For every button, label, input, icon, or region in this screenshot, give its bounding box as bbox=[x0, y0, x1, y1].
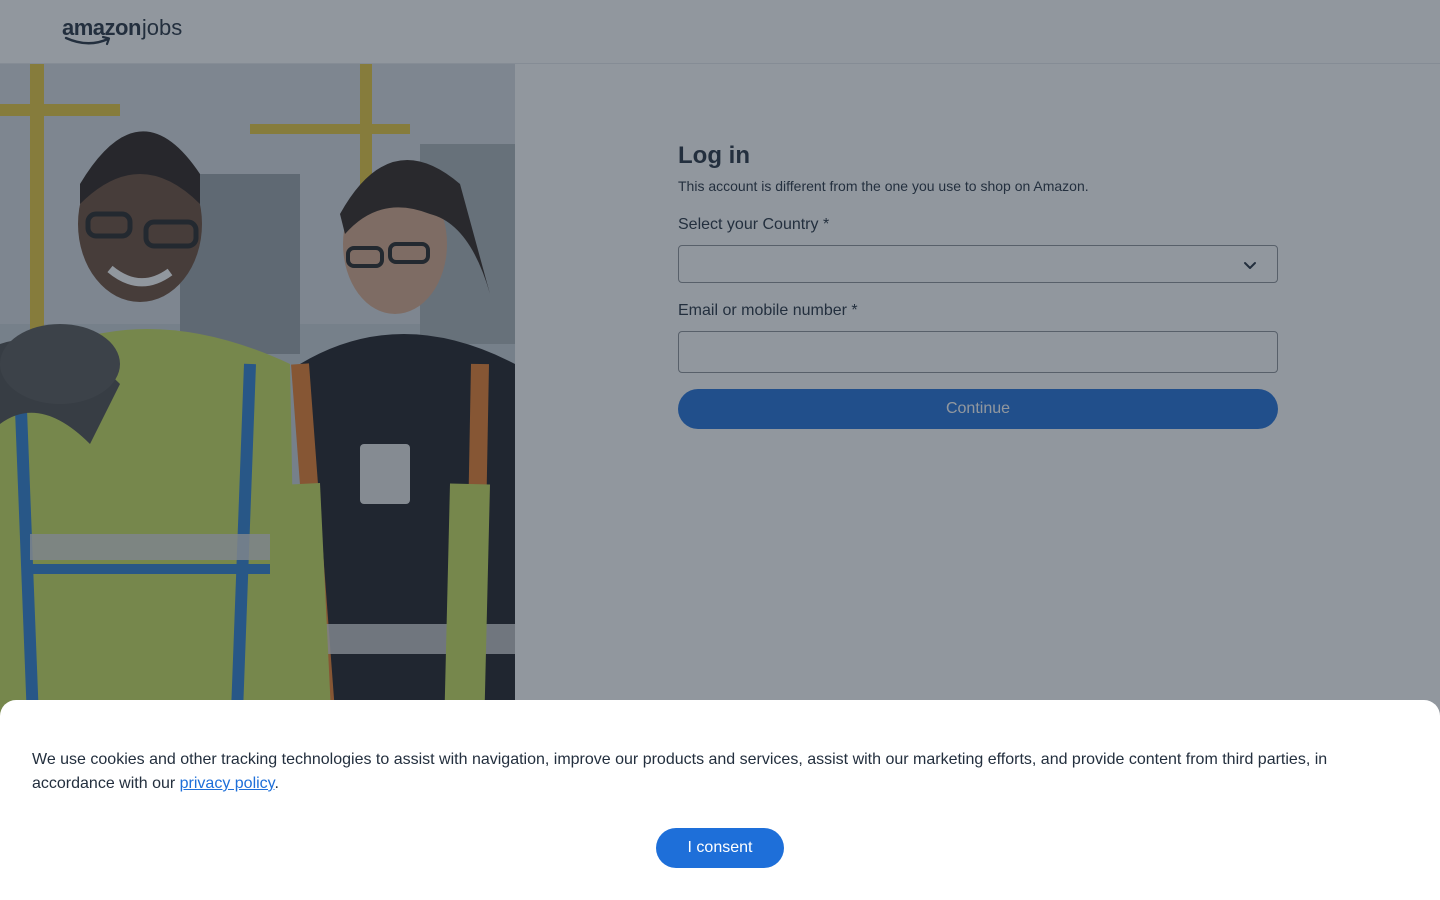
privacy-policy-link[interactable]: privacy policy bbox=[180, 775, 275, 792]
cookie-text-after-link: . bbox=[274, 775, 279, 792]
consent-button[interactable]: I consent bbox=[656, 828, 784, 868]
cookie-message: We use cookies and other tracking techno… bbox=[32, 748, 1372, 796]
cookie-banner: We use cookies and other tracking techno… bbox=[0, 700, 1440, 900]
